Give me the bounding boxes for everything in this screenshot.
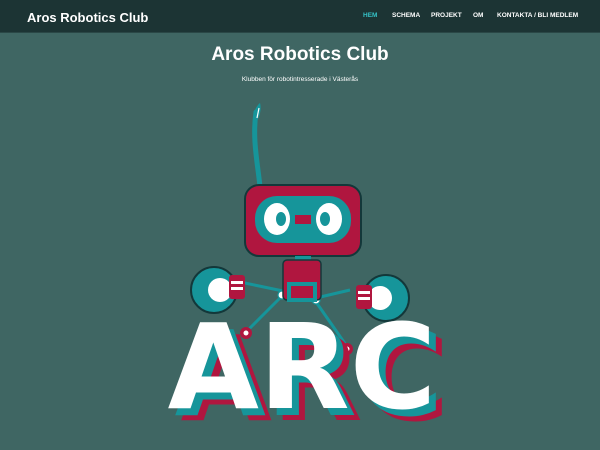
robot-antenna xyxy=(252,103,263,190)
robot-torso xyxy=(282,259,322,302)
arc-text-main: ARC xyxy=(168,298,437,436)
arc-logo-text: ARC ARC ARC xyxy=(168,298,450,448)
robot-head xyxy=(244,184,362,257)
arc-robot-logo: ARC ARC ARC xyxy=(168,103,450,448)
